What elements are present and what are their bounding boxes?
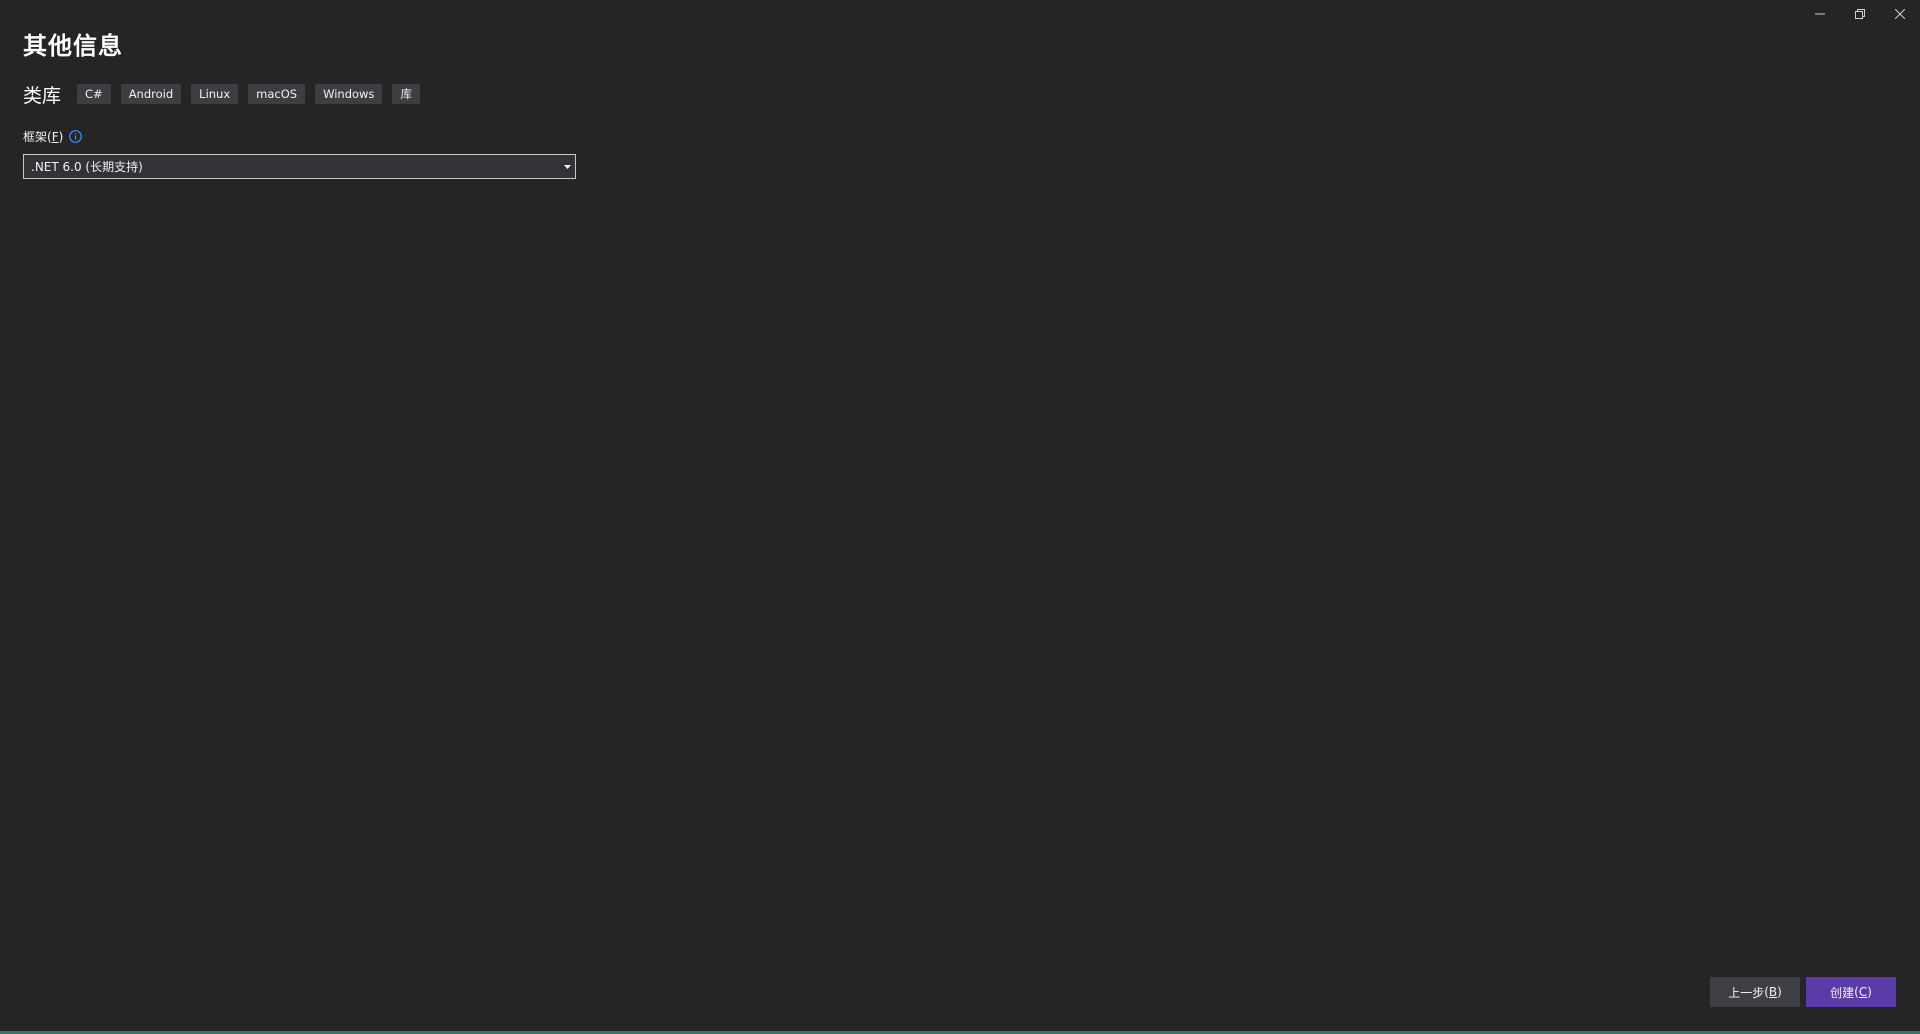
minimize-button[interactable] [1800, 0, 1840, 28]
minimize-icon [1815, 13, 1825, 15]
framework-label-row: 框架(F) [23, 126, 83, 146]
back-button-label: 上一步 [1728, 985, 1765, 1000]
tag-project-type: 库 [392, 84, 420, 104]
restore-icon [1855, 9, 1865, 19]
window-controls [1800, 0, 1920, 28]
page-title: 其他信息 [23, 32, 123, 60]
close-button[interactable] [1880, 0, 1920, 28]
back-button[interactable]: 上一步(B) [1710, 977, 1800, 1007]
framework-select[interactable]: .NET 6.0 (长期支持) [23, 154, 576, 179]
info-icon[interactable] [69, 129, 83, 143]
template-info: 类库 C# Android Linux macOS Windows 库 [23, 82, 430, 107]
dialog-window: 其他信息 类库 C# Android Linux macOS Windows 库… [0, 0, 1920, 1034]
tag-language: C# [77, 84, 111, 104]
create-button-label: 创建 [1830, 985, 1855, 1000]
restore-button[interactable] [1840, 0, 1880, 28]
create-button[interactable]: 创建(C) [1806, 977, 1896, 1007]
tag-platform-linux: Linux [191, 84, 239, 104]
tag-platform-android: Android [120, 84, 182, 104]
chevron-down-icon [559, 164, 575, 169]
tag-platform-macos: macOS [248, 84, 306, 104]
template-name: 类库 [23, 84, 62, 107]
close-icon [1895, 9, 1905, 19]
framework-label: 框架(F) [23, 129, 64, 144]
framework-selected-value: .NET 6.0 (长期支持) [31, 160, 143, 174]
tag-platform-windows: Windows [315, 84, 383, 104]
